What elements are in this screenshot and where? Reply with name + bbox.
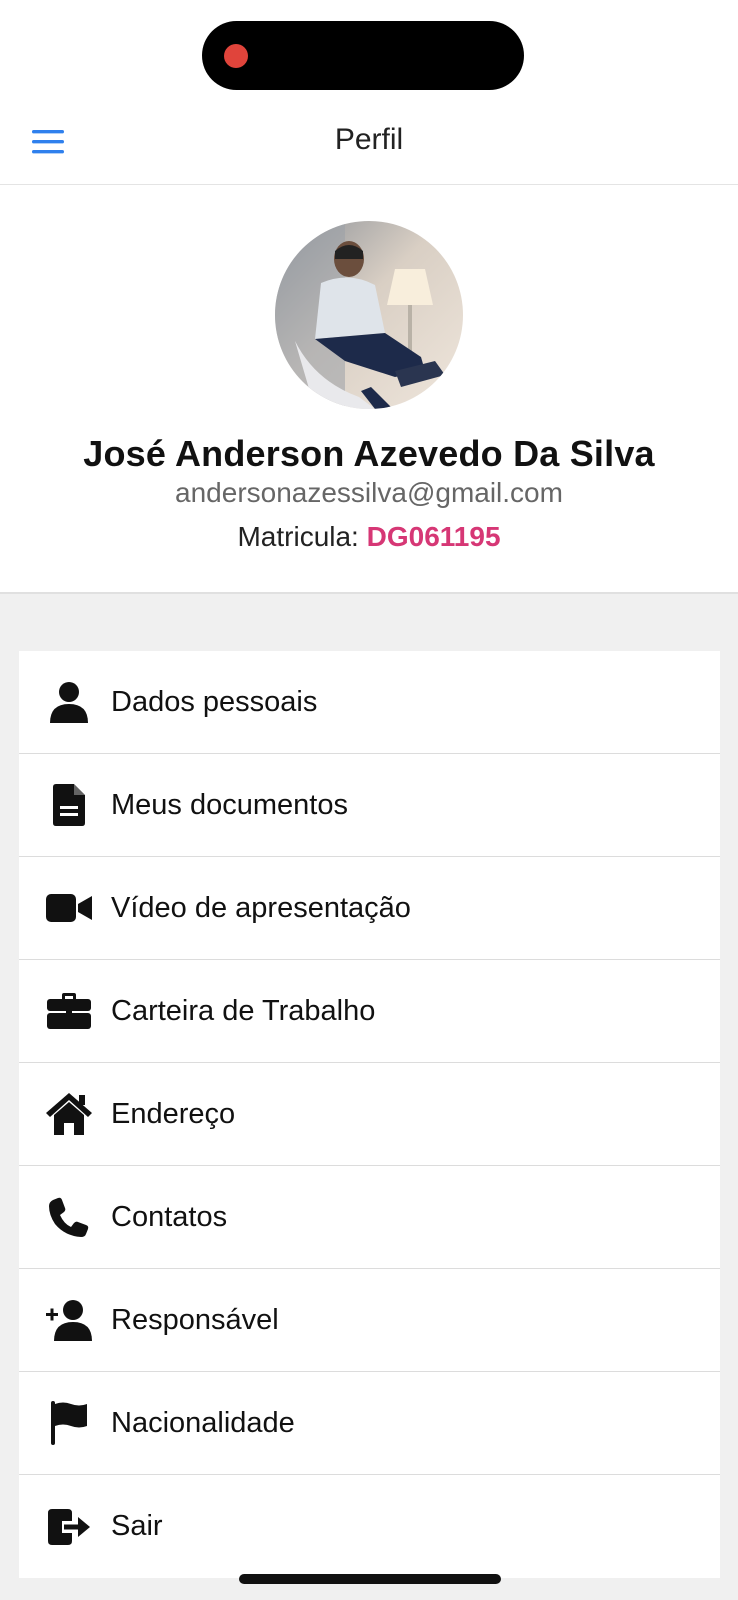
menu-item-label: Nacionalidade	[111, 1406, 295, 1439]
menu-item-nacionalidade[interactable]: Nacionalidade	[19, 1372, 720, 1475]
menu-item-label: Sair	[111, 1510, 163, 1542]
page-title: Perfil	[334, 123, 404, 156]
video-camera-icon	[39, 885, 99, 931]
menu-item-label: Dados pessoais	[111, 685, 318, 718]
flag-icon	[39, 1400, 99, 1446]
menu-item-label: Contatos	[111, 1200, 228, 1233]
menu-item-label: Responsável	[111, 1303, 279, 1336]
menu-item-video-apresentacao[interactable]: Vídeo de apresentação	[19, 857, 720, 960]
profile-email: andersonazessilva@gmail.com	[175, 477, 563, 508]
menu-item-label: Meus documentos	[111, 788, 348, 821]
matricula-row: Matricula: DG061195	[0, 521, 738, 553]
avatar[interactable]	[275, 221, 463, 409]
dynamic-island	[202, 21, 524, 90]
recording-indicator-icon	[224, 44, 248, 68]
menu-item-label: Endereço	[111, 1097, 236, 1130]
home-icon	[39, 1091, 99, 1137]
matricula-label: Matricula:	[237, 521, 359, 552]
logout-icon	[39, 1504, 99, 1550]
menu-item-sair[interactable]: Sair	[19, 1475, 720, 1578]
phone-icon	[39, 1194, 99, 1240]
profile-name: José Anderson Azevedo Da Silva	[83, 433, 655, 474]
menu-item-responsavel[interactable]: Responsável	[19, 1269, 720, 1372]
menu-item-endereco[interactable]: Endereço	[19, 1063, 720, 1166]
menu-item-label: Carteira de Trabalho	[111, 994, 376, 1027]
user-icon	[39, 679, 99, 725]
app-header: Perfil	[0, 0, 738, 185]
menu-item-carteira-trabalho[interactable]: Carteira de Trabalho	[19, 960, 720, 1063]
profile-menu-list: Dados pessoais Meus documentos Vídeo de …	[19, 651, 720, 1578]
menu-item-label: Vídeo de apresentação	[111, 891, 411, 924]
document-icon	[39, 782, 99, 828]
matricula-value: DG061195	[366, 521, 501, 552]
menu-item-contatos[interactable]: Contatos	[19, 1166, 720, 1269]
menu-item-meus-documentos[interactable]: Meus documentos	[19, 754, 720, 857]
add-user-icon	[39, 1297, 99, 1343]
menu-item-dados-pessoais[interactable]: Dados pessoais	[19, 651, 720, 754]
briefcase-icon	[39, 988, 99, 1034]
profile-card: José Anderson Azevedo Da Silva andersona…	[0, 185, 738, 594]
home-indicator	[239, 1574, 501, 1584]
